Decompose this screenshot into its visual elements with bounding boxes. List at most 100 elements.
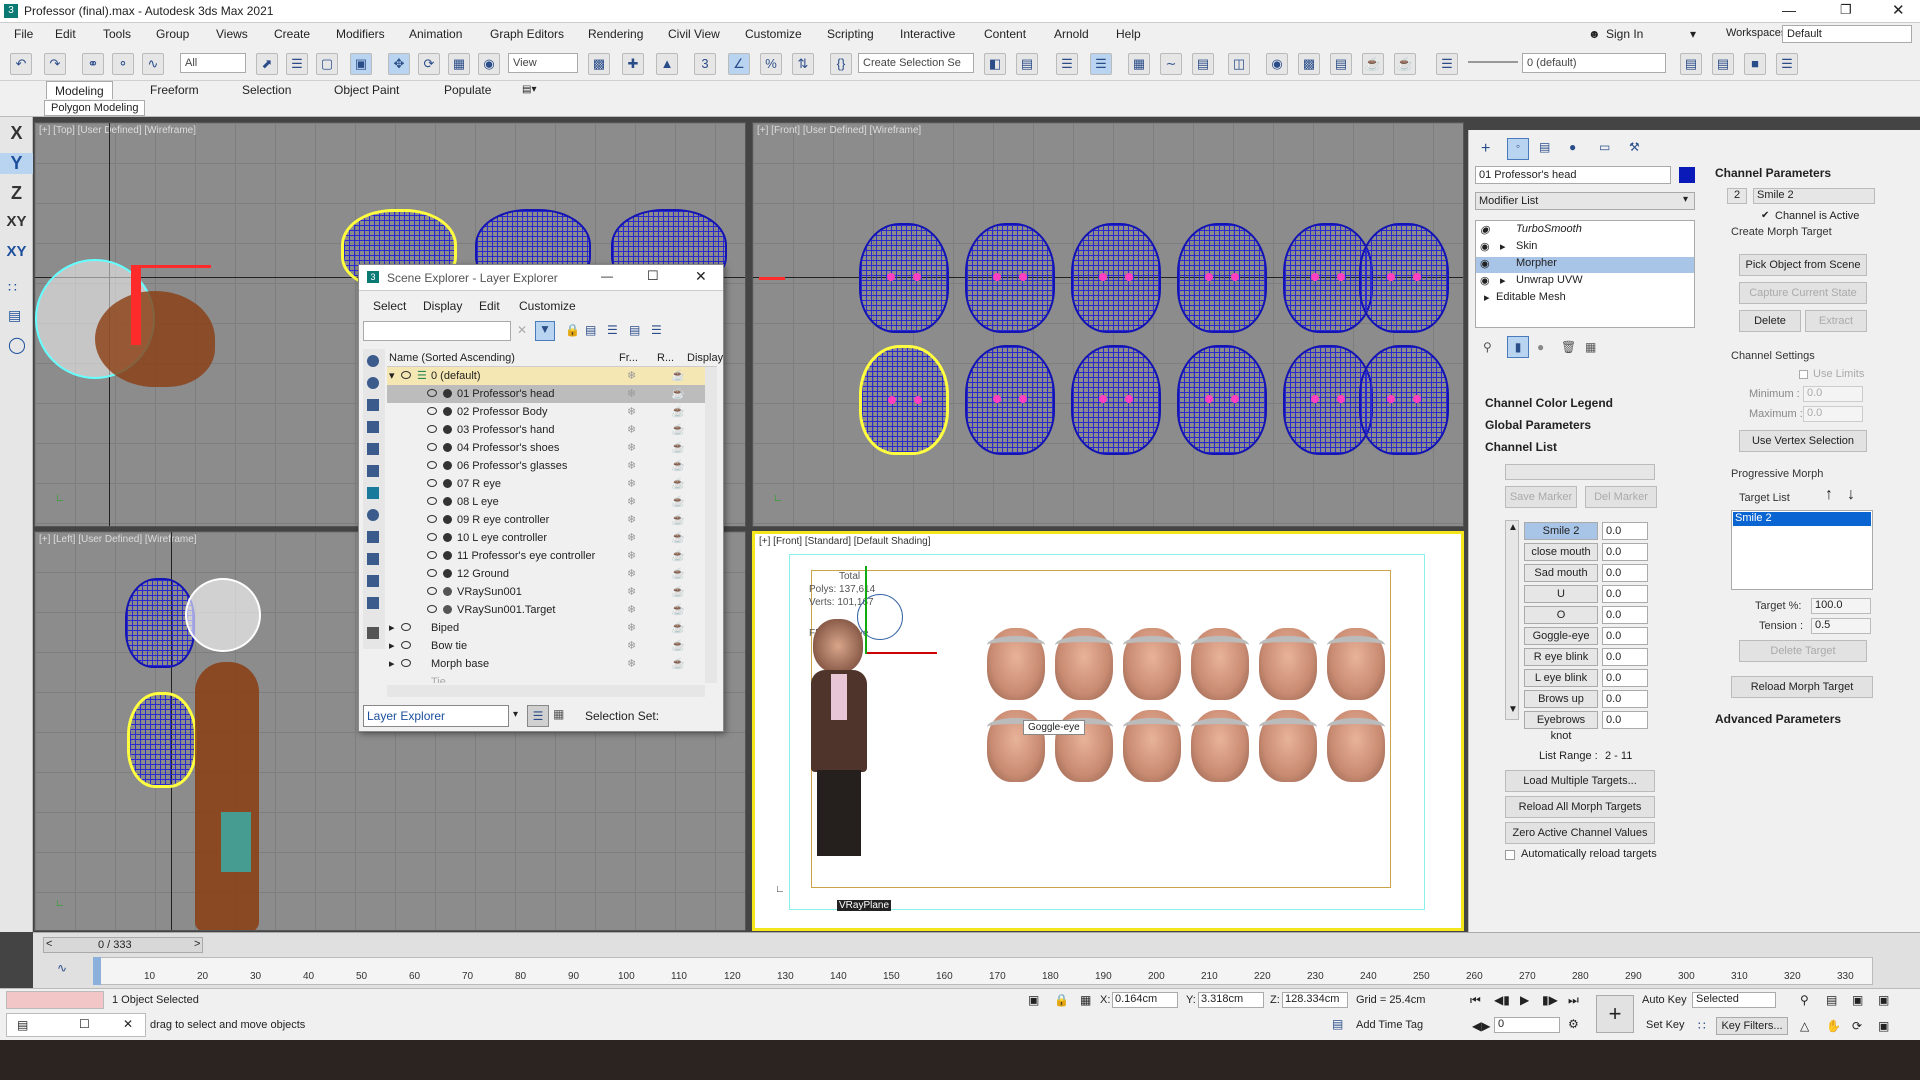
previous-frame-icon[interactable]: ◀▮ <box>1494 993 1510 1007</box>
scene-row[interactable]: VRaySun001.Target ❄ ☕ <box>387 601 717 619</box>
zoom-extents-all-icon[interactable]: ▣ <box>1878 993 1889 1007</box>
character-head-side[interactable] <box>185 578 261 652</box>
redo-icon[interactable]: ↷ <box>44 53 66 75</box>
transform-gizmo-y[interactable] <box>131 265 141 345</box>
viewport-top-label[interactable]: [+] [Top] [User Defined] [Wireframe] <box>39 125 196 136</box>
menu-tools[interactable]: Tools <box>103 27 131 41</box>
minimize-icon[interactable]: — <box>1782 2 1796 18</box>
move-up-icon[interactable]: ↑ <box>1825 486 1833 504</box>
capture-state-button[interactable]: Capture Current State <box>1739 282 1867 304</box>
menu-arnold[interactable]: Arnold <box>1054 27 1089 41</box>
layer-row-default[interactable]: ▾ ☰ 0 (default) ❄ ☕ <box>387 367 717 385</box>
scene-row[interactable]: VRaySun001 ❄ ☕ <box>387 583 717 601</box>
viewport-persp-label[interactable]: [+] [Front] [Standard] [Default Shading] <box>759 536 931 547</box>
save-marker-button[interactable]: Save Marker <box>1505 486 1577 508</box>
lock-selection-icon[interactable]: 🔒 <box>1054 993 1069 1007</box>
visibility-icon[interactable] <box>427 569 437 577</box>
menu-content[interactable]: Content <box>984 27 1026 41</box>
visibility-icon[interactable] <box>427 497 437 505</box>
character-head[interactable] <box>813 619 863 673</box>
eye-icon[interactable]: ◉ <box>1480 240 1490 253</box>
minimum-spinner[interactable]: 0.0 <box>1803 386 1863 402</box>
freeze-icon[interactable]: ❄ <box>627 511 636 529</box>
load-multiple-targets-button[interactable]: Load Multiple Targets... <box>1505 770 1655 792</box>
render-icon[interactable]: ☕ <box>671 637 685 655</box>
link-icon[interactable]: ⚭ <box>82 53 104 75</box>
character-body-side[interactable] <box>195 662 259 930</box>
visibility-icon[interactable] <box>427 533 437 541</box>
channel-value[interactable]: 0.0 <box>1602 606 1648 624</box>
freeze-icon[interactable]: ❄ <box>627 601 636 619</box>
menu-scripting[interactable]: Scripting <box>827 27 874 41</box>
layer-props-icon[interactable]: ☰ <box>1776 53 1798 75</box>
display-geometry-icon[interactable] <box>367 377 379 389</box>
tab-modeling[interactable]: Modeling <box>46 81 113 99</box>
bind-spacewarp-icon[interactable]: ∿ <box>142 53 164 75</box>
stack-item[interactable]: ◉ TurboSmooth <box>1476 223 1694 239</box>
render-icon[interactable]: ☕ <box>671 457 685 475</box>
selection-filter-dropdown[interactable]: All <box>180 53 246 73</box>
visibility-icon[interactable] <box>427 515 437 523</box>
visibility-icon[interactable] <box>401 623 411 631</box>
curve-editor-icon[interactable]: ∼ <box>1160 53 1182 75</box>
channel-name-field[interactable]: Smile 2 <box>1753 188 1875 204</box>
new-layer-icon[interactable]: ▤ <box>585 323 596 337</box>
zoom-all-icon[interactable]: ▤ <box>1826 993 1837 1007</box>
maximum-spinner[interactable]: 0.0 <box>1803 406 1863 422</box>
morph-target-head[interactable] <box>1259 628 1317 700</box>
render-icon[interactable]: ☕ <box>671 655 685 673</box>
next-frame-icon[interactable]: ▮▶ <box>1542 993 1558 1007</box>
snap-icon[interactable]: ∷ <box>8 279 17 296</box>
menu-interactive[interactable]: Interactive <box>900 27 955 41</box>
chevron-left-icon[interactable]: < <box>46 938 52 950</box>
close-icon[interactable]: ✕ <box>695 268 707 285</box>
visibility-icon[interactable] <box>427 407 437 415</box>
rollout-channel-list[interactable]: Channel List <box>1485 440 1557 454</box>
taskbar-thumbnail[interactable]: ▤ ☐ ✕ <box>6 1013 146 1037</box>
wireframe-morph-head[interactable] <box>1359 345 1449 455</box>
maximize-icon[interactable]: ☐ <box>647 268 659 284</box>
menu-rendering[interactable]: Rendering <box>588 27 643 41</box>
explorer-titlebar[interactable]: 3 Scene Explorer - Layer Explorer — ☐ ✕ <box>359 265 723 291</box>
display-frozen-icon[interactable] <box>367 597 379 609</box>
channel-button[interactable]: R eye blink <box>1524 648 1598 666</box>
rect-selection-icon[interactable]: ▢ <box>316 53 338 75</box>
render-icon[interactable]: ☕ <box>671 619 685 637</box>
tab-freeform[interactable]: Freeform <box>142 81 207 99</box>
target-percent-spinner[interactable]: 100.0 <box>1811 598 1871 614</box>
freeze-icon[interactable]: ❄ <box>627 493 636 511</box>
channel-value[interactable]: 0.0 <box>1602 627 1648 645</box>
rollout-global-parameters[interactable]: Global Parameters <box>1485 418 1591 432</box>
channel-button[interactable]: Goggle-eye <box>1524 627 1598 645</box>
channel-row[interactable]: Sad mouth 0.0 <box>1524 564 1650 582</box>
transform-gizmo-x[interactable] <box>131 265 211 268</box>
pick-object-button[interactable]: Pick Object from Scene <box>1739 254 1867 276</box>
key-mode-icon[interactable]: ◀▶ <box>1472 1019 1490 1033</box>
channel-row[interactable]: close mouth 0.0 <box>1524 543 1650 561</box>
character-hand-side[interactable] <box>221 812 251 872</box>
freeze-icon[interactable]: ❄ <box>627 385 636 403</box>
visibility-icon[interactable] <box>427 461 437 469</box>
channel-button[interactable]: Eyebrows knot <box>1524 711 1598 742</box>
remove-modifier-icon[interactable]: 🗑 <box>1561 340 1576 354</box>
menu-graph-editors[interactable]: Graph Editors <box>490 27 564 41</box>
angle-snap-icon[interactable]: ∠ <box>728 53 750 75</box>
tab-selection[interactable]: Selection <box>234 81 299 99</box>
modifier-list-dropdown[interactable]: Modifier List <box>1475 192 1695 210</box>
axis-x-button[interactable]: X <box>0 123 33 144</box>
group-row[interactable]: Tie <box>387 673 717 683</box>
freeze-icon[interactable]: ❄ <box>627 655 636 673</box>
menu-file[interactable]: File <box>14 27 33 41</box>
placement-icon[interactable]: ◉ <box>478 53 500 75</box>
x-coordinate-field[interactable]: 0.164cm <box>1112 992 1178 1008</box>
display-groups-icon[interactable] <box>367 509 379 521</box>
display-containers-icon[interactable] <box>367 575 379 587</box>
display-cameras-icon[interactable] <box>367 443 379 455</box>
visibility-icon[interactable] <box>427 425 437 433</box>
channel-row[interactable]: Eyebrows knot 0.0 <box>1524 711 1650 742</box>
menu-edit[interactable]: Edit <box>55 27 76 41</box>
channel-row[interactable]: O 0.0 <box>1524 606 1650 624</box>
freeze-icon[interactable]: ❄ <box>627 529 636 547</box>
wireframe-morph-head[interactable] <box>1177 223 1267 333</box>
scene-explorer-icon[interactable]: ☰ <box>1056 53 1078 75</box>
